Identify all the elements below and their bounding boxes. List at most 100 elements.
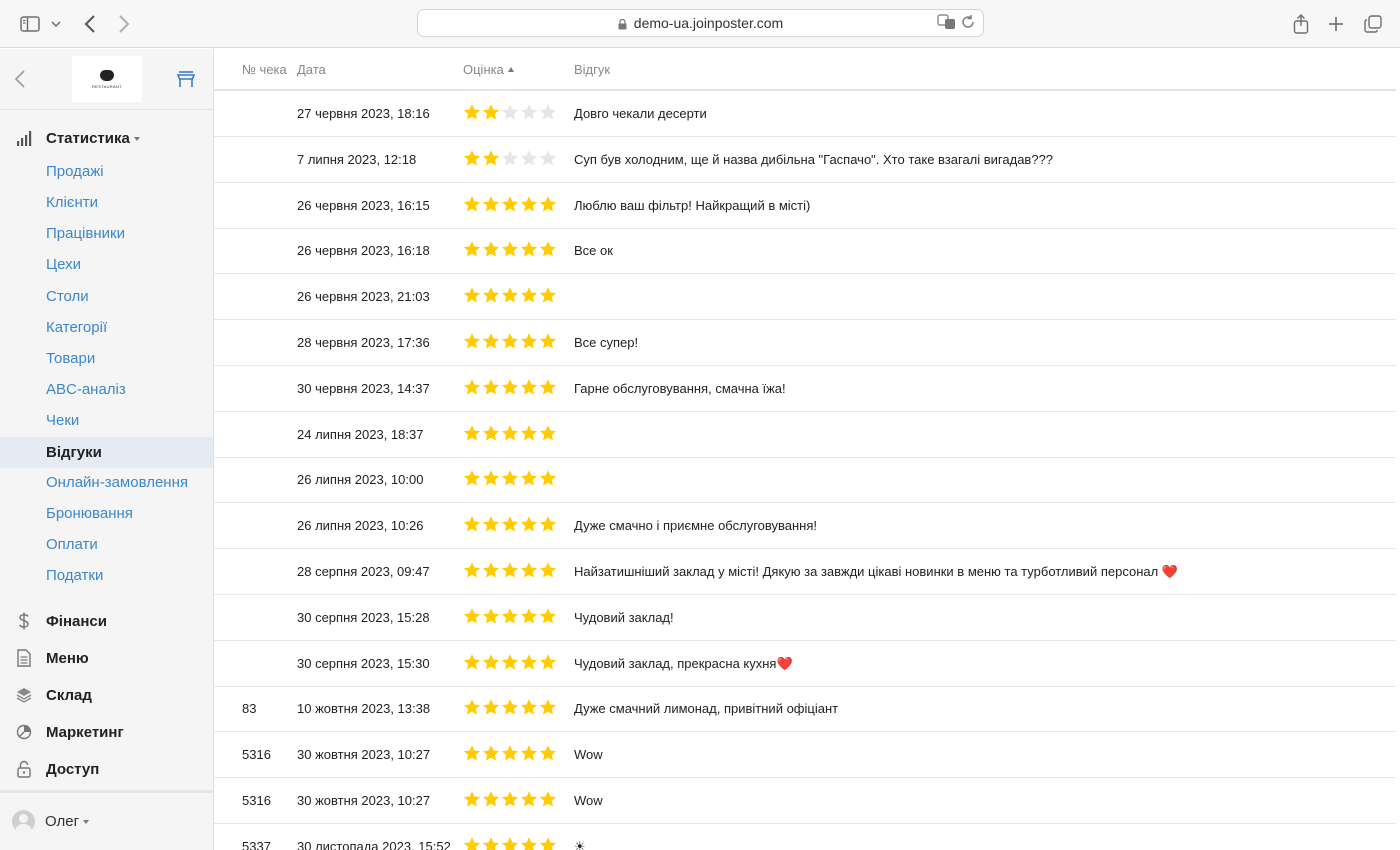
- star-filled-icon: [520, 287, 538, 303]
- table-row[interactable]: 24 липня 2023, 18:37: [214, 412, 1396, 458]
- table-row[interactable]: 28 серпня 2023, 09:47 Найзатишніший закла…: [214, 549, 1396, 595]
- sidebar-section-5[interactable]: Доступ: [0, 754, 214, 784]
- column-header-review[interactable]: Відгук: [574, 62, 610, 77]
- sidebar-item-label: Онлайн-замовлення: [46, 474, 188, 491]
- star-filled-icon: [482, 150, 500, 166]
- sidebar-item-12[interactable]: Бронювання: [0, 498, 213, 529]
- sidebar-item-5[interactable]: Столи: [0, 281, 213, 312]
- star-filled-icon: [539, 837, 557, 850]
- star-filled-icon: [482, 516, 500, 532]
- table-row[interactable]: 28 червня 2023, 17:36 Все супер!: [214, 320, 1396, 366]
- tabs-overview-icon[interactable]: [1361, 12, 1385, 36]
- translate-icon[interactable]: [937, 14, 957, 33]
- star-filled-icon: [539, 379, 557, 395]
- date-cell: 7 липня 2023, 12:18: [297, 151, 417, 167]
- table-row[interactable]: 26 червня 2023, 21:03: [214, 274, 1396, 321]
- table-row[interactable]: 30 серпня 2023, 15:28 Чудовий заклад!: [214, 595, 1396, 641]
- sidebar-toggle-icon[interactable]: [18, 12, 42, 36]
- sidebar-item-6[interactable]: Категорії: [0, 312, 213, 343]
- sidebar-item-14[interactable]: Податки: [0, 560, 213, 591]
- star-filled-icon: [539, 516, 557, 532]
- review-cell: Wow: [574, 793, 603, 808]
- table-row[interactable]: 27 червня 2023, 18:16 Довго чекали десерт…: [214, 91, 1396, 137]
- store-icon[interactable]: [176, 69, 196, 89]
- sidebar: RESTAURANT Статистика Продажі Клієнти Прац…: [0, 49, 214, 850]
- rating-header-label: Оцінка: [463, 62, 504, 77]
- cat-logo-icon: [100, 69, 114, 81]
- star-filled-icon: [539, 470, 557, 486]
- restaurant-logo[interactable]: RESTAURANT: [72, 56, 142, 102]
- column-header-rating[interactable]: Оцінка: [463, 62, 514, 77]
- sidebar-item-1[interactable]: Продажі: [0, 156, 213, 187]
- star-empty-icon: [539, 104, 557, 120]
- table-row[interactable]: 5316 30 жовтня 2023, 10:27 Wow: [214, 778, 1396, 824]
- star-filled-icon: [539, 424, 557, 441]
- star-filled-icon: [463, 745, 481, 761]
- table-row[interactable]: 83 10 жовтня 2023, 13:38 Дуже смачний лимо…: [214, 686, 1396, 733]
- rating-stars: [463, 149, 557, 167]
- back-icon[interactable]: [78, 12, 102, 36]
- star-filled-icon: [482, 241, 500, 257]
- star-empty-icon: [501, 104, 519, 120]
- user-menu[interactable]: Олег: [0, 790, 213, 850]
- sidebar-section-3[interactable]: Склад: [0, 680, 214, 710]
- sidebar-item-9[interactable]: Чеки: [0, 405, 213, 436]
- new-tab-icon[interactable]: [1324, 12, 1348, 36]
- check-number-cell: 83: [242, 701, 257, 717]
- star-filled-icon: [520, 837, 538, 850]
- rating-stars: [463, 607, 557, 625]
- rating-stars: [463, 790, 557, 808]
- sidebar-item-label: Цехи: [46, 256, 81, 274]
- table-row[interactable]: 5337 30 листопада 2023, 15:52 ☀: [214, 824, 1396, 850]
- user-name: Олег: [45, 813, 80, 830]
- table-row[interactable]: 26 червня 2023, 16:18 Все ок: [214, 228, 1396, 275]
- sidebar-section-2[interactable]: Меню: [0, 643, 214, 673]
- date-cell: 26 липня 2023, 10:26: [297, 518, 424, 534]
- star-filled-icon: [501, 745, 519, 761]
- table-row[interactable]: 26 червня 2023, 16:15 Люблю ваш фільтр! Н…: [214, 183, 1396, 229]
- address-bar[interactable]: demo-ua.joinposter.com: [417, 9, 984, 37]
- table-row[interactable]: 30 червня 2023, 14:37 Гарне обслуговуванн…: [214, 366, 1396, 412]
- review-cell: Суп був холодним, ще й назва дибільна "Г…: [574, 151, 1054, 167]
- sidebar-section-4[interactable]: Маркетинг: [0, 717, 214, 747]
- sidebar-item-7[interactable]: Товари: [0, 343, 213, 374]
- chevron-down-icon[interactable]: [48, 12, 64, 36]
- table-row[interactable]: 5316 30 жовтня 2023, 10:27 Wow: [214, 732, 1396, 779]
- sidebar-item-4[interactable]: Цехи: [0, 249, 213, 280]
- sidebar-item-2[interactable]: Клієнти: [0, 187, 213, 218]
- sidebar-item-11[interactable]: Онлайн-замовлення: [0, 467, 213, 498]
- star-empty-icon: [520, 150, 538, 166]
- sidebar-section-1[interactable]: Фінанси: [0, 606, 214, 636]
- table-row[interactable]: 7 липня 2023, 12:18 Суп був холодним, ще …: [214, 137, 1396, 183]
- review-cell: Гарне обслуговування, смачна їжа!: [574, 380, 786, 396]
- sidebar-item-8[interactable]: ABC-аналіз: [0, 374, 213, 405]
- sidebar-item-13[interactable]: Оплати: [0, 529, 213, 560]
- forward-icon[interactable]: [112, 12, 136, 36]
- table-row[interactable]: 30 серпня 2023, 15:30 Чудовий заклад, пре…: [214, 641, 1396, 687]
- reload-icon[interactable]: [961, 14, 975, 33]
- column-header-date[interactable]: Дата: [297, 62, 326, 77]
- table-row[interactable]: 26 липня 2023, 10:26 Дуже смачно і приємн…: [214, 503, 1396, 550]
- star-filled-icon: [501, 608, 519, 624]
- collapse-back-icon[interactable]: [14, 69, 30, 89]
- sidebar-section-statistics[interactable]: Статистика: [0, 123, 214, 153]
- sidebar-item-10[interactable]: Відгуки: [0, 437, 213, 468]
- sidebar-item-3[interactable]: Працівники: [0, 218, 213, 249]
- caret-down-icon: [133, 136, 140, 141]
- rating-stars: [463, 332, 557, 350]
- sidebar-item-label: ABC-аналіз: [46, 381, 126, 399]
- star-filled-icon: [501, 195, 519, 212]
- sidebar-section-label: Фінанси: [46, 612, 107, 630]
- date-cell: 30 червня 2023, 14:37: [297, 380, 430, 396]
- rating-stars: [463, 515, 557, 533]
- section-title: Статистика: [46, 129, 130, 147]
- sidebar-section-label: Меню: [46, 649, 89, 667]
- date-cell: 27 червня 2023, 18:16: [297, 106, 430, 121]
- star-filled-icon: [463, 699, 481, 715]
- star-filled-icon: [482, 699, 500, 715]
- share-icon[interactable]: [1289, 12, 1313, 36]
- layers-icon: [15, 686, 33, 704]
- table-row[interactable]: 26 липня 2023, 10:00: [214, 457, 1396, 504]
- star-filled-icon: [520, 333, 538, 349]
- column-header-check[interactable]: № чека: [242, 62, 287, 77]
